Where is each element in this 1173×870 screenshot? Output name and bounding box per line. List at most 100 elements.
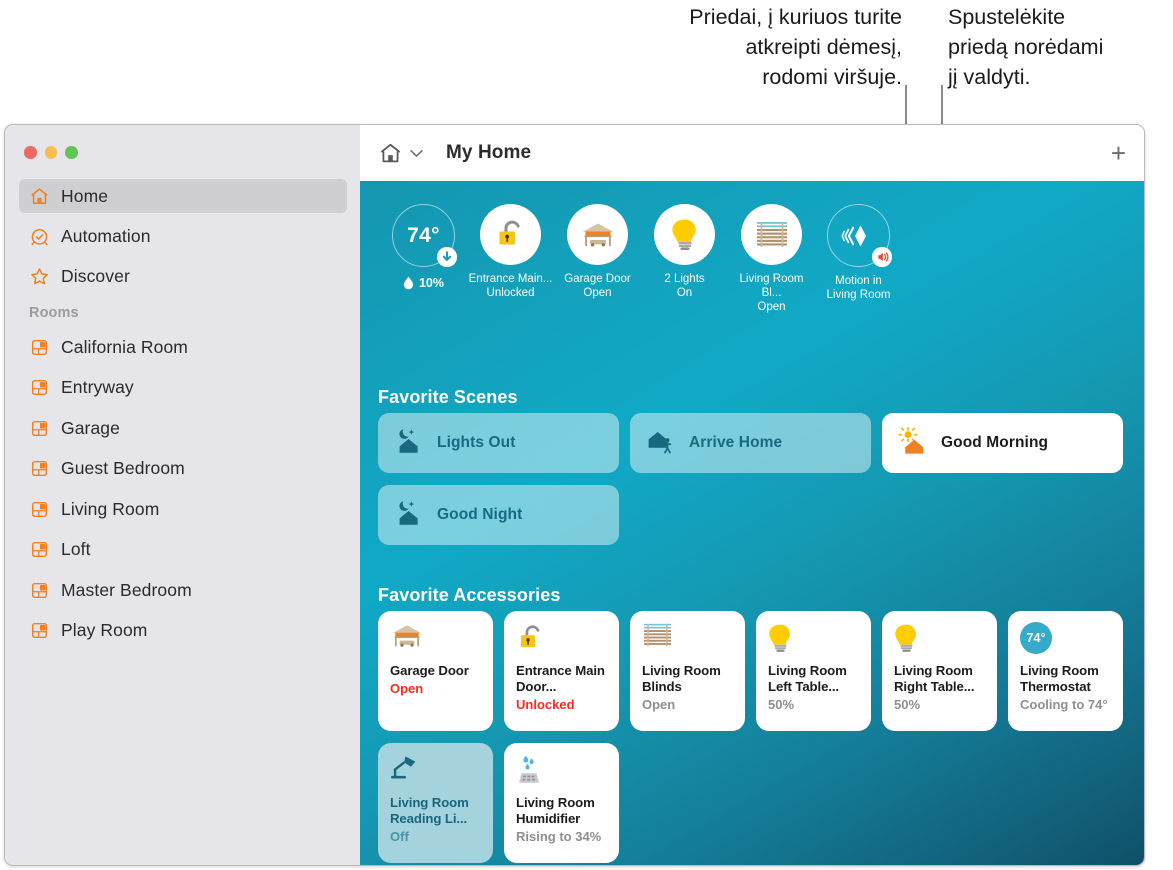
star-icon	[29, 266, 50, 287]
room-icon	[29, 458, 50, 479]
sidebar: Home Automation Discover Rooms Californi…	[5, 125, 360, 865]
room-icon	[29, 418, 50, 439]
home-icon	[377, 140, 403, 166]
blinds-icon	[642, 622, 733, 656]
sidebar-item-entryway[interactable]: Entryway	[19, 371, 347, 405]
sidebar-item-guest-bedroom[interactable]: Guest Bedroom	[19, 452, 347, 486]
moon-house-icon	[394, 498, 424, 533]
garage-icon	[390, 622, 481, 656]
temperature-value: 74°	[407, 223, 440, 247]
status-item-state: Living Room	[826, 289, 891, 301]
accessory-tile-entrance-main-door[interactable]: Entrance Main Door... Unlocked	[504, 611, 619, 731]
accessory-tile-living-room-right-table-lamp[interactable]: Living Room Right Table... 50%	[882, 611, 997, 731]
main-content: My Home + 74° 10% Entrance Main... Unloc…	[360, 125, 1144, 865]
sidebar-item-california-room[interactable]: California Room	[19, 330, 347, 364]
accessory-tile-living-room-left-table-lamp[interactable]: Living Room Left Table... 50%	[756, 611, 871, 731]
humidity-row: 10%	[403, 276, 444, 290]
sidebar-item-label: Discover	[61, 265, 130, 286]
home-icon	[29, 186, 50, 207]
status-item-living-room-blinds[interactable]: Living Room Bl... Open	[728, 204, 815, 314]
window-traffic-lights[interactable]	[24, 146, 78, 159]
accessory-state: Rising to 34%	[516, 829, 602, 844]
minimize-button[interactable]	[44, 146, 57, 159]
sidebar-item-loft[interactable]: Loft	[19, 533, 347, 567]
sidebar-item-discover[interactable]: Discover	[19, 259, 347, 293]
water-drop-icon	[403, 276, 414, 290]
status-item-name: Motion in	[835, 275, 882, 287]
sidebar-item-home[interactable]: Home	[19, 179, 347, 213]
status-item-state: Open	[583, 287, 612, 299]
favorite-scenes-grid: Lights Out Arrive Home Good Morning Good…	[378, 413, 1138, 545]
accessory-tile-living-room-blinds[interactable]: Living Room Blinds Open	[630, 611, 745, 731]
accessory-name: Living Room Blinds	[642, 663, 721, 694]
accessory-name: Living Room Reading Li...	[390, 795, 469, 826]
sidebar-item-play-room[interactable]: Play Room	[19, 614, 347, 648]
accessory-name: Garage Door	[390, 663, 469, 678]
accessory-tile-living-room-reading-light[interactable]: Living Room Reading Li... Off	[378, 743, 493, 863]
zoom-button[interactable]	[65, 146, 78, 159]
sidebar-item-label: Living Room	[61, 498, 160, 519]
sidebar-list: Home Automation Discover Rooms Californi…	[19, 179, 347, 654]
sound-alert-badge	[872, 247, 892, 267]
room-icon	[29, 580, 50, 601]
sidebar-item-living-room[interactable]: Living Room	[19, 492, 347, 526]
status-item-name: Living Room Bl...	[739, 273, 804, 299]
room-icon	[29, 539, 50, 560]
chevron-down-icon[interactable]	[410, 146, 423, 161]
sidebar-item-label: Master Bedroom	[61, 579, 192, 600]
status-item-temperature[interactable]: 74° 10%	[380, 204, 467, 314]
accessory-state: Open	[390, 681, 424, 696]
unlocked-padlock-icon	[480, 204, 541, 265]
page-title: My Home	[446, 142, 532, 163]
accessory-state: Cooling to 74°	[1020, 697, 1108, 712]
accessory-name: Entrance Main Door...	[516, 663, 605, 694]
sidebar-item-master-bedroom[interactable]: Master Bedroom	[19, 573, 347, 607]
accessory-state: 50%	[768, 697, 795, 712]
sidebar-item-label: California Room	[61, 336, 188, 357]
sidebar-item-label: Automation	[61, 225, 151, 246]
room-icon	[29, 337, 50, 358]
clock-check-icon	[29, 226, 50, 247]
accessory-state: 50%	[894, 697, 921, 712]
homekit-window: Home Automation Discover Rooms Californi…	[4, 124, 1145, 866]
accessory-state: Off	[390, 829, 409, 844]
status-item-state: Unlocked	[486, 287, 535, 299]
status-item-state: Open	[757, 301, 786, 313]
sidebar-item-label: Loft	[61, 539, 91, 559]
sun-house-icon	[898, 426, 928, 461]
accessory-tile-living-room-thermostat[interactable]: 74° Living Room Thermostat Cooling to 74…	[1008, 611, 1123, 731]
favorite-scenes-heading: Favorite Scenes	[378, 387, 518, 407]
status-item-garage-door[interactable]: Garage Door Open	[554, 204, 641, 314]
scene-tile-good-night[interactable]: Good Night	[378, 485, 619, 545]
scene-tile-lights-out[interactable]: Lights Out	[378, 413, 619, 473]
accessory-state: Unlocked	[516, 697, 575, 712]
callout-text-accessories-top: Priedai, į kuriuos turite atkreipti dėme…	[689, 5, 902, 89]
sidebar-section-rooms: Rooms	[29, 305, 79, 321]
room-icon	[29, 620, 50, 641]
status-item-entrance-main-door[interactable]: Entrance Main... Unlocked	[467, 204, 554, 314]
accessory-name: Living Room Left Table...	[768, 663, 847, 694]
status-item-name: 2 Lights	[664, 273, 705, 285]
window-titlebar: My Home +	[360, 125, 1144, 181]
humidifier-icon	[516, 754, 607, 788]
scene-label: Lights Out	[437, 434, 516, 451]
thermostat-icon: 74°	[1020, 622, 1111, 656]
status-item-2-lights[interactable]: 2 Lights On	[641, 204, 728, 314]
scene-label: Good Morning	[941, 434, 1049, 451]
add-button[interactable]: +	[1111, 140, 1126, 166]
sidebar-item-automation[interactable]: Automation	[19, 219, 347, 253]
desk-lamp-icon	[390, 754, 481, 788]
close-button[interactable]	[24, 146, 37, 159]
accessory-tile-garage-door[interactable]: Garage Door Open	[378, 611, 493, 731]
moon-house-icon	[394, 426, 424, 461]
sidebar-item-garage[interactable]: Garage	[19, 411, 347, 445]
temperature-dial: 74°	[392, 204, 457, 267]
blinds-icon	[741, 204, 802, 265]
garage-icon	[567, 204, 628, 265]
status-item-motion-living-room[interactable]: Motion in Living Room	[815, 204, 902, 314]
scene-tile-good-morning[interactable]: Good Morning	[882, 413, 1123, 473]
callout-text-click-accessory: Spustelėkite priedą norėdami jį valdyti.	[948, 5, 1104, 89]
accessory-tile-living-room-humidifier[interactable]: Living Room Humidifier Rising to 34%	[504, 743, 619, 863]
scene-tile-arrive-home[interactable]: Arrive Home	[630, 413, 871, 473]
room-icon	[29, 377, 50, 398]
